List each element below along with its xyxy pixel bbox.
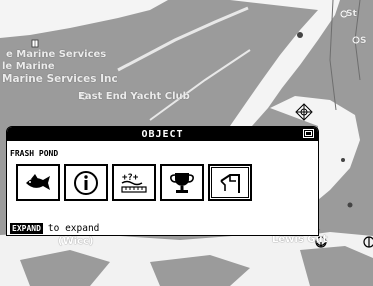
trophy-icon (170, 172, 194, 193)
tide-gauge-icon: +?+ (121, 173, 147, 193)
object-dialog: OBJECT FRASH POND +?+ EXPAND to expand (6, 126, 319, 236)
tide-current-button[interactable]: +?+ (112, 164, 156, 201)
info-icon (74, 170, 98, 195)
dialog-title: OBJECT (141, 128, 184, 140)
chart-plotter-screen: e Marine Services le Marine Marine Servi… (0, 0, 373, 286)
expand-key-label[interactable]: EXPAND (10, 223, 43, 234)
building-symbol-icon (31, 39, 39, 48)
marine-service-icon (220, 173, 240, 193)
map-label: le Marine (2, 61, 55, 72)
map-label: e Marine Services (6, 49, 107, 60)
expand-hint-text: to expand (47, 223, 100, 234)
fish-button[interactable] (16, 164, 60, 201)
marine-service-button[interactable] (208, 164, 252, 201)
info-button[interactable] (64, 164, 108, 201)
map-label: (Wicc) (58, 236, 94, 247)
map-label: S (360, 36, 367, 46)
dialog-minimize-icon[interactable] (303, 129, 314, 138)
map-label: Marine Services Inc (2, 73, 118, 85)
trophy-button[interactable] (160, 164, 204, 201)
map-label: St (346, 9, 357, 19)
object-name: FRASH POND (10, 149, 59, 158)
dialog-header: OBJECT (7, 127, 318, 141)
dialog-footer: EXPAND to expand (7, 222, 318, 235)
map-label: East End Yacht Club (78, 91, 190, 102)
fish-icon (26, 173, 50, 190)
object-icon-row: +?+ (16, 164, 252, 201)
